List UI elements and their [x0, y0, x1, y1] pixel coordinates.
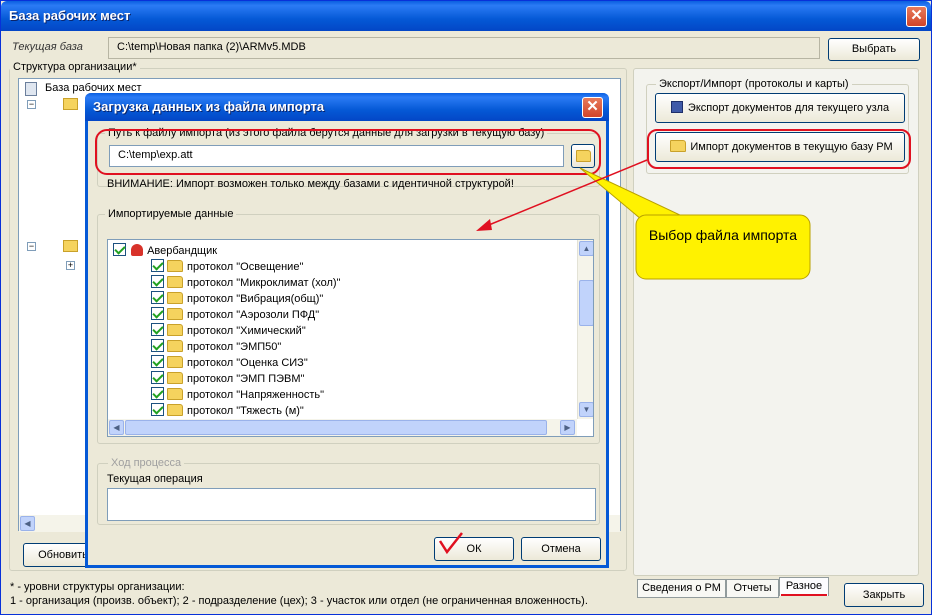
ok-checkmark-icon	[438, 532, 463, 555]
annotation-overlay	[438, 159, 811, 555]
callout-arrowhead	[476, 219, 492, 231]
callout-text: Выбор файла импорта	[648, 227, 798, 243]
callout-box	[635, 214, 811, 280]
